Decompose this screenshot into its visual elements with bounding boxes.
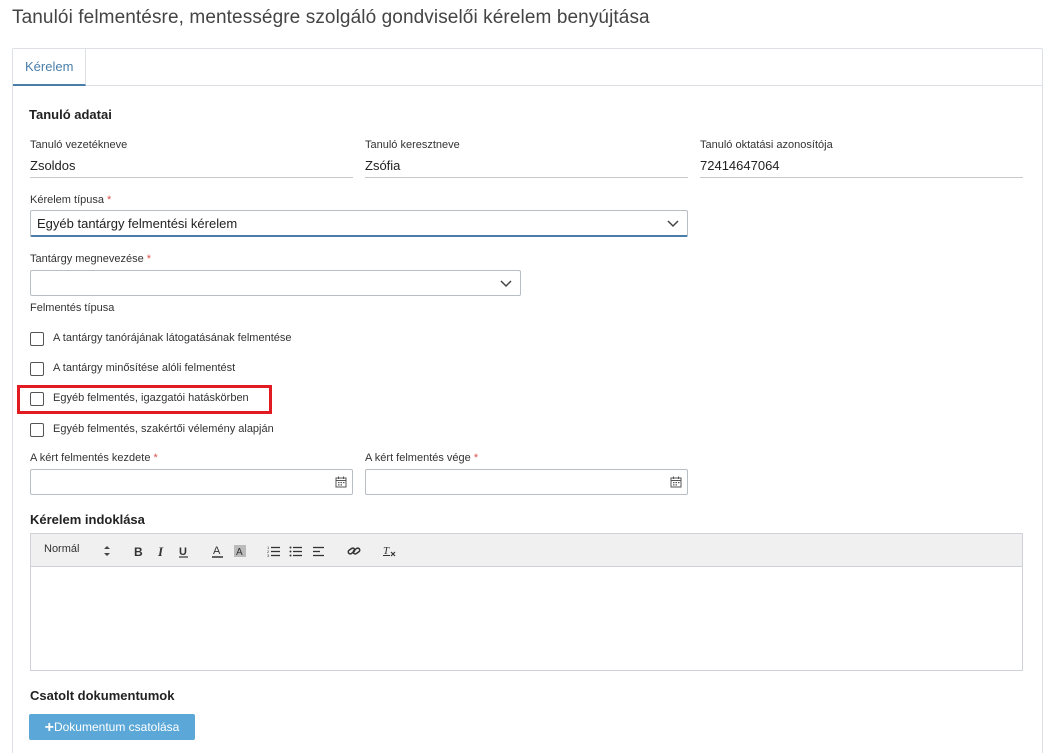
request-type-label: Kérelem típusa * bbox=[30, 194, 111, 206]
required-mark: * bbox=[146, 253, 152, 265]
exemption-type-label: Felmentés típusa bbox=[30, 302, 115, 314]
background-color-icon[interactable]: A bbox=[233, 544, 247, 558]
start-date-label: A kért felmentés kezdete * bbox=[30, 452, 158, 464]
request-type-label-text: Kérelem típusa bbox=[30, 194, 104, 206]
format-select-arrows-icon[interactable] bbox=[102, 544, 112, 558]
exemption-checkbox-2[interactable] bbox=[30, 362, 44, 376]
start-date-input[interactable] bbox=[30, 469, 353, 495]
editor-body[interactable] bbox=[31, 567, 1022, 671]
last-name-field: Zsoldos bbox=[30, 153, 353, 178]
student-id-field: 72414647064 bbox=[700, 153, 1023, 178]
student-id-value: 72414647064 bbox=[700, 158, 780, 173]
start-date-label-text: A kért felmentés kezdete bbox=[30, 452, 151, 464]
svg-text:A: A bbox=[213, 545, 221, 557]
first-name-label: Tanuló keresztneve bbox=[365, 139, 460, 151]
calendar-icon[interactable] bbox=[335, 476, 347, 488]
exemption-checkbox-4[interactable] bbox=[30, 423, 44, 437]
svg-text:A: A bbox=[236, 547, 243, 558]
subject-label: Tantárgy megnevezése * bbox=[30, 253, 151, 265]
request-type-select[interactable]: Egyéb tantárgy felmentési kérelem bbox=[30, 210, 688, 237]
tab-request[interactable]: Kérelem bbox=[13, 49, 87, 86]
exemption-checkbox-1[interactable] bbox=[30, 332, 44, 346]
text-color-icon[interactable]: A bbox=[211, 544, 225, 558]
exemption-option-label: A tantárgy minősítése alóli felmentést bbox=[53, 362, 236, 374]
subject-label-text: Tantárgy megnevezése bbox=[30, 253, 144, 265]
italic-icon[interactable]: I bbox=[155, 544, 169, 558]
end-date-label: A kért felmentés vége * bbox=[365, 452, 478, 464]
request-type-value: Egyéb tantárgy felmentési kérelem bbox=[37, 216, 238, 231]
end-date-input[interactable] bbox=[365, 469, 688, 495]
last-name-label: Tanuló vezetékneve bbox=[30, 139, 128, 151]
exemption-option-label: A tantárgy tanórájának látogatásának fel… bbox=[53, 332, 292, 344]
tab-bar: Kérelem bbox=[13, 49, 1042, 86]
clear-formatting-icon[interactable]: T bbox=[382, 544, 396, 558]
highlight-box bbox=[17, 385, 272, 414]
attach-document-button[interactable]: +Dokumentum csatolása bbox=[29, 714, 195, 740]
format-select[interactable]: Normál bbox=[44, 543, 79, 555]
svg-text:B: B bbox=[134, 545, 143, 558]
rich-text-editor: Normál B I U A A 123 T bbox=[30, 533, 1023, 671]
first-name-value: Zsófia bbox=[365, 158, 401, 173]
calendar-icon[interactable] bbox=[670, 476, 682, 488]
student-id-label: Tanuló oktatási azonosítója bbox=[700, 139, 833, 151]
required-mark: * bbox=[153, 452, 158, 464]
align-left-icon[interactable] bbox=[312, 544, 326, 558]
required-mark: * bbox=[473, 452, 479, 464]
bold-icon[interactable]: B bbox=[132, 544, 146, 558]
underline-icon[interactable]: U bbox=[177, 544, 191, 558]
link-icon[interactable] bbox=[347, 544, 361, 558]
plus-icon: + bbox=[44, 719, 54, 736]
subject-select[interactable] bbox=[30, 270, 521, 296]
svg-text:U: U bbox=[179, 546, 187, 558]
chevron-down-icon bbox=[500, 280, 512, 288]
required-mark: * bbox=[107, 194, 112, 206]
page-title: Tanulói felmentésre, mentességre szolgál… bbox=[12, 7, 650, 28]
bullet-list-icon[interactable] bbox=[289, 544, 303, 558]
attachments-section-title: Csatolt dokumentumok bbox=[30, 688, 175, 703]
exemption-option-label: Egyéb felmentés, szakértői vélemény alap… bbox=[53, 423, 274, 435]
attach-document-label: Dokumentum csatolása bbox=[53, 720, 180, 734]
chevron-down-icon bbox=[667, 220, 679, 228]
student-section-title: Tanuló adatai bbox=[29, 107, 112, 122]
end-date-label-text: A kért felmentés vége bbox=[365, 452, 471, 464]
last-name-value: Zsoldos bbox=[30, 158, 76, 173]
ordered-list-icon[interactable]: 123 bbox=[267, 544, 281, 558]
svg-text:I: I bbox=[157, 544, 164, 558]
editor-toolbar: Normál B I U A A 123 T bbox=[31, 534, 1022, 567]
first-name-field: Zsófia bbox=[365, 153, 688, 178]
svg-text:3: 3 bbox=[267, 553, 270, 558]
justification-section-title: Kérelem indoklása bbox=[30, 512, 145, 527]
